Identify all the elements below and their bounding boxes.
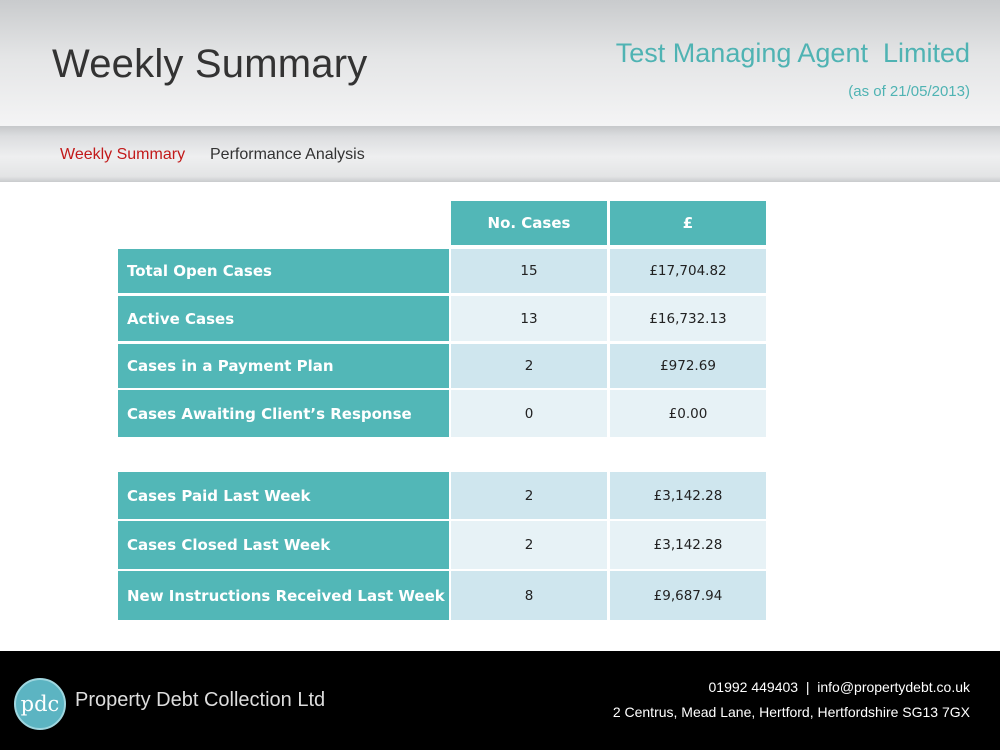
nav-bar: Weekly Summary Performance Analysis [0, 126, 1000, 182]
amount-cell: £3,142.28 [610, 472, 766, 519]
footer: pdc Property Debt Collection Ltd 01992 4… [0, 651, 1000, 750]
row-label: Cases Closed Last Week [118, 521, 449, 569]
company-name: Test Managing Agent Limited [615, 38, 970, 68]
cases-cell: 2 [451, 472, 607, 519]
row-label: Cases in a Payment Plan [118, 344, 449, 388]
cases-cell: 15 [451, 249, 607, 293]
cases-cell: 13 [451, 296, 607, 341]
amount-cell: £0.00 [610, 390, 766, 437]
nav-performance-analysis[interactable]: Performance Analysis [210, 146, 365, 164]
amount-cell: £16,732.13 [610, 296, 766, 341]
row-label: Cases Paid Last Week [118, 472, 449, 519]
amount-cell: £3,142.28 [610, 521, 766, 569]
cases-cell: 2 [451, 344, 607, 388]
amount-cell: £972.69 [610, 344, 766, 388]
page-title: Weekly Summary [52, 42, 368, 86]
header-no-cases: No. Cases [451, 201, 607, 245]
footer-company-name: Property Debt Collection Ltd [75, 689, 326, 711]
row-label: Cases Awaiting Client’s Response [118, 390, 449, 437]
nav-weekly-summary[interactable]: Weekly Summary [60, 146, 185, 164]
header-banner: Weekly Summary Test Managing Agent Limit… [0, 0, 1000, 126]
as-of-date: (as of 21/05/2013) [848, 83, 970, 100]
cases-cell: 0 [451, 390, 607, 437]
contact-info: 01992 449403 | info@propertydebt.co.uk [708, 679, 970, 695]
row-label: Total Open Cases [118, 249, 449, 293]
amount-cell: £17,704.82 [610, 249, 766, 293]
amount-cell: £9,687.94 [610, 571, 766, 620]
row-label: Active Cases [118, 296, 449, 341]
header-amount: £ [610, 201, 766, 245]
row-label: New Instructions Received Last Week [118, 571, 449, 620]
cases-cell: 8 [451, 571, 607, 620]
cases-cell: 2 [451, 521, 607, 569]
address: 2 Centrus, Mead Lane, Hertford, Hertford… [612, 704, 970, 720]
pdc-logo: pdc [14, 678, 66, 730]
logo-text: pdc [20, 692, 60, 716]
